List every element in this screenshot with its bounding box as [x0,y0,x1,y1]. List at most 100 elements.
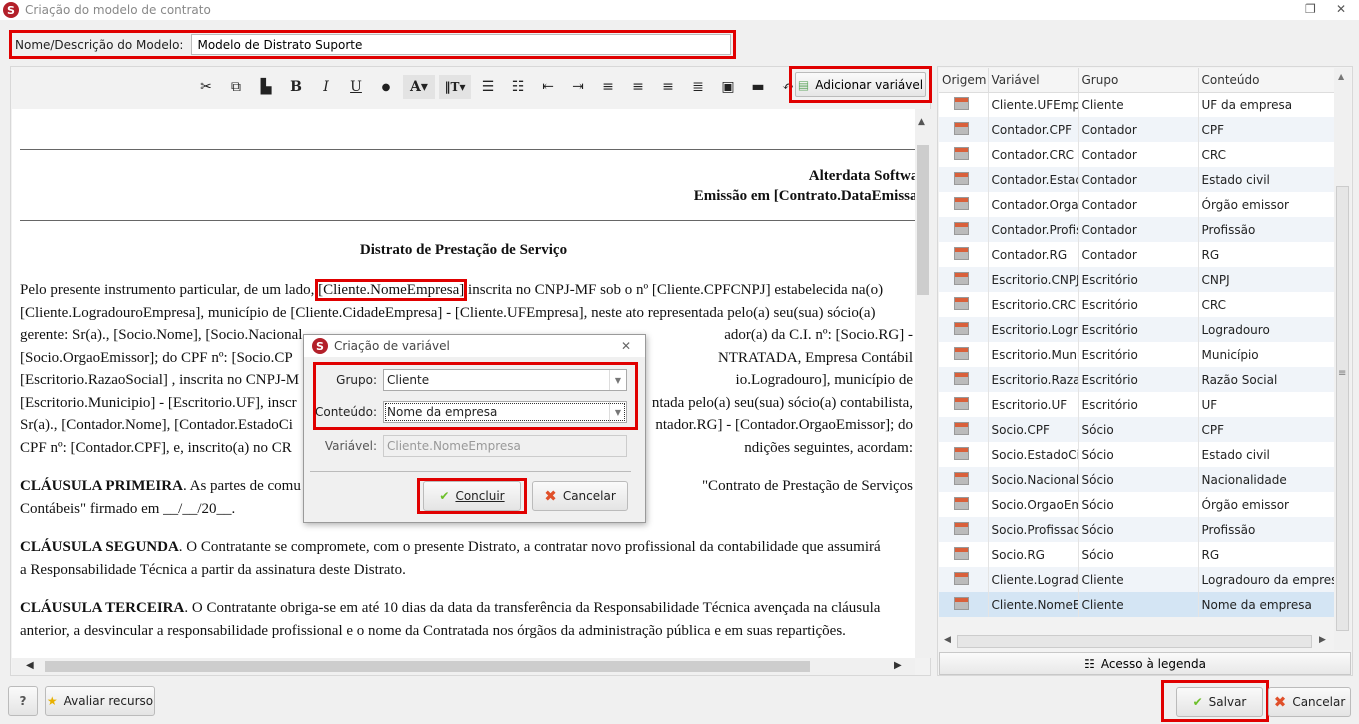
variable-cell: Socio.CPF [988,417,1079,442]
table-row[interactable]: Contador.Orga Contador Órgão emissor [939,192,1335,217]
table-row[interactable]: Socio.Profissao Sócio Profissão [939,517,1335,542]
x-icon: ✖ [1273,693,1287,711]
chevron-down-icon: ▼ [609,402,626,422]
dialog-title: Criação de variável [334,339,450,353]
color-drop-icon[interactable]: ● [371,75,401,99]
restore-icon[interactable]: ❐ [1305,2,1316,16]
scroll-up-icon[interactable]: ▲ [918,117,925,127]
header-company: Alterdata Softwar [808,168,915,184]
scroll-left-icon[interactable]: ◀ [26,660,34,671]
align-left-icon[interactable]: ≡ [593,75,623,99]
create-variable-dialog: S Criação de variável ✕ Grupo: Cliente ▼ Con… [303,334,646,523]
table-row[interactable]: Contador.CPF Contador CPF [939,117,1335,142]
chevron-down-icon: ▼ [609,370,626,390]
confirm-button[interactable]: ✔ Concluir [423,481,521,511]
bold-icon[interactable]: B [281,75,311,99]
model-name-input[interactable] [191,34,732,55]
unordered-list-icon[interactable]: ☷ [503,75,533,99]
table-row[interactable]: Cliente.NomeE Cliente Nome da empresa [939,592,1335,617]
font-color-icon[interactable]: A▾ [403,75,435,99]
group-cell: Sócio [1078,417,1199,442]
grupo-select[interactable]: Cliente ▼ [383,369,627,391]
origin-cell [939,142,989,167]
column-variavel[interactable]: Variável [988,68,1079,93]
scissors-icon[interactable]: ✂ [191,75,221,99]
close-icon[interactable]: ✕ [1336,2,1346,16]
align-right-icon[interactable]: ≡ [653,75,683,99]
group-cell: Cliente [1078,92,1199,117]
horizontal-rule-icon[interactable]: ▬ [743,75,773,99]
rate-feature-button[interactable]: ★ Avaliar recurso [45,686,155,716]
help-button[interactable]: ? [8,686,38,716]
paste-icon[interactable]: ▙ [251,75,281,99]
add-variable-button[interactable]: ▤ Adicionar variável [795,72,926,97]
table-row[interactable]: Socio.Nacionali Sócio Nacionalidade [939,467,1335,492]
dialog-close-icon[interactable]: ✕ [621,339,631,353]
origin-cell [939,192,989,217]
table-row[interactable]: Escritorio.Logra Escritório Logradouro [939,317,1335,342]
group-cell: Sócio [1078,467,1199,492]
save-button[interactable]: ✔ Salvar [1176,687,1263,717]
column-origem[interactable]: Origem [939,68,989,93]
table-origin-icon [954,221,969,235]
outdent-icon[interactable]: ⇤ [533,75,563,99]
column-conteudo[interactable]: Conteúdo [1198,68,1335,93]
table-row[interactable]: Contador.Profis Contador Profissão [939,217,1335,242]
cancel-button[interactable]: ✖ Cancelar [1268,687,1351,717]
table-row[interactable]: Escritorio.CNPJ Escritório CNPJ [939,267,1335,292]
font-size-icon[interactable]: ‖T▾ [439,75,471,99]
document-vertical-scrollbar[interactable]: ▲ [915,109,931,658]
italic-icon[interactable]: I [311,75,341,99]
divider [20,220,915,221]
table-row[interactable]: Cliente.Logrado Cliente Logradouro da empr… [939,567,1335,592]
table-vertical-scrollbar[interactable]: ▲ ≡ [1334,68,1351,650]
ordered-list-icon[interactable]: ☰ [473,75,503,99]
group-cell: Escritório [1078,267,1199,292]
justify-icon[interactable]: ≣ [683,75,713,99]
table-row[interactable]: Contador.Estad Contador Estado civil [939,167,1335,192]
table-row[interactable]: Cliente.UFEmpr Cliente UF da empresa [939,92,1335,117]
content-cell: Município [1198,342,1335,367]
table-row[interactable]: Contador.RG Contador RG [939,242,1335,267]
origin-cell [939,592,989,617]
image-icon[interactable]: ▣ [713,75,743,99]
document-horizontal-scrollbar[interactable]: ◀ ▶ [12,658,915,675]
table-row[interactable]: Escritorio.UF Escritório UF [939,392,1335,417]
indent-icon[interactable]: ⇥ [563,75,593,99]
dialog-cancel-button[interactable]: ✖ Cancelar [532,481,628,511]
table-row[interactable]: Socio.CPF Sócio CPF [939,417,1335,442]
scroll-right-icon[interactable]: ▶ [894,660,902,671]
group-cell: Sócio [1078,442,1199,467]
table-row[interactable]: Contador.CRC Contador CRC [939,142,1335,167]
origin-cell [939,367,989,392]
variable-cell: Socio.Profissao [988,517,1079,542]
table-horizontal-scrollbar[interactable]: ◀ ▶ [939,633,1334,650]
table-origin-icon [954,296,969,310]
content-cell: Logradouro da empresa [1198,567,1335,592]
variable-cell: Escritorio.CRC [988,292,1079,317]
group-cell: Contador [1078,192,1199,217]
table-row[interactable]: Escritorio.Muni Escritório Município [939,342,1335,367]
legend-button[interactable]: ☷ Acesso à legenda [939,652,1351,675]
content-cell: Órgão emissor [1198,192,1335,217]
column-grupo[interactable]: Grupo [1078,68,1199,93]
divider [20,149,915,150]
table-row[interactable]: Socio.EstadoCiv Sócio Estado civil [939,442,1335,467]
table-row[interactable]: Escritorio.CRC Escritório CRC [939,292,1335,317]
table-row[interactable]: Socio.RG Sócio RG [939,542,1335,567]
copy-icon[interactable]: ⧉ [221,75,251,99]
group-cell: Contador [1078,217,1199,242]
group-cell: Cliente [1078,567,1199,592]
table-row[interactable]: Escritorio.RazaoEscritórioRazão Social [939,367,1335,392]
add-variable-highlight: ▤ Adicionar variável [789,66,932,103]
conteudo-select[interactable]: Nome da empresa ▼ [383,401,627,423]
variable-cell: Cliente.NomeE [988,592,1079,617]
underline-icon[interactable]: U [341,75,371,99]
table-row[interactable]: Socio.OrgaoEmi Sócio Órgão emissor [939,492,1335,517]
app-logo-icon: S [312,338,328,354]
table-origin-icon [954,596,969,610]
content-cell: CPF [1198,417,1335,442]
align-center-icon[interactable]: ≡ [623,75,653,99]
content-cell: Estado civil [1198,442,1335,467]
group-cell: Sócio [1078,517,1199,542]
